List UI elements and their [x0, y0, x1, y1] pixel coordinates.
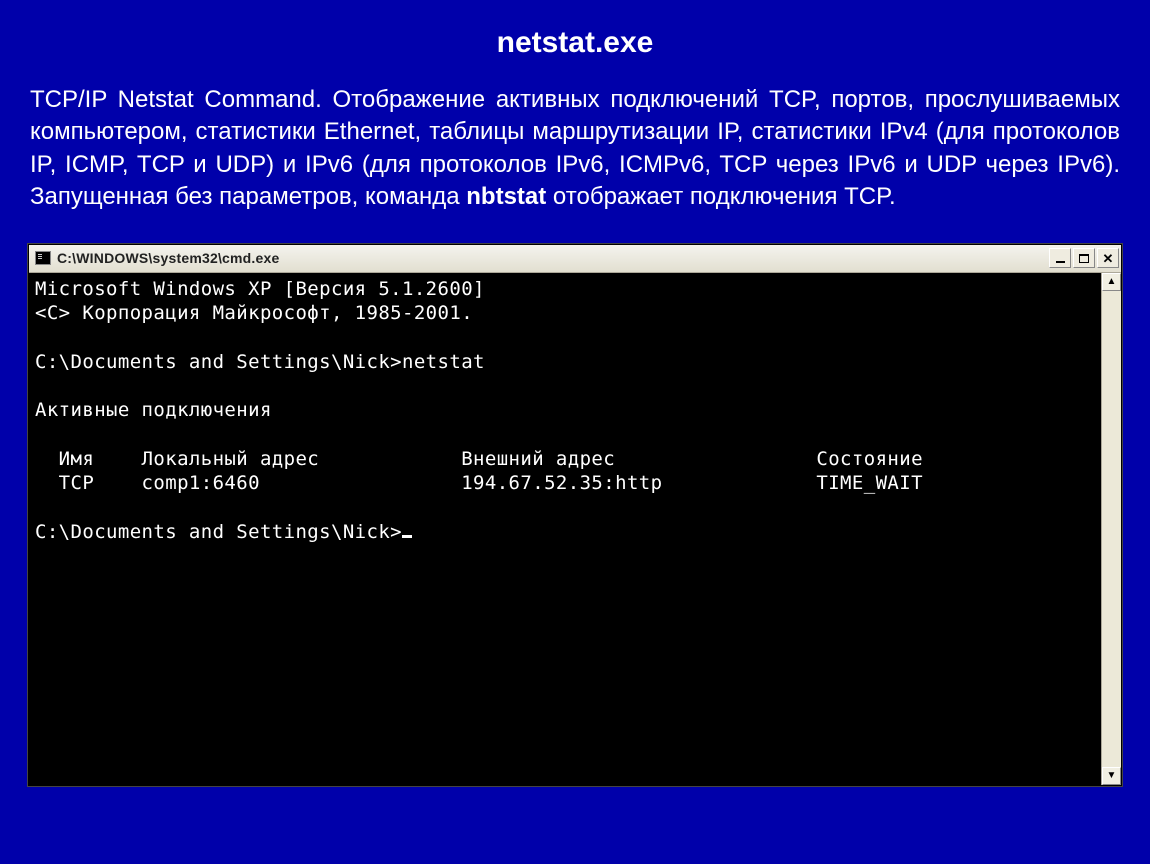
scroll-down-button[interactable]: ▼ — [1102, 767, 1121, 785]
cursor — [402, 522, 412, 538]
description-text: TCP/IP Netstat Command. Отображение акти… — [30, 84, 1120, 214]
cmd-icon — [35, 251, 51, 265]
cmd-window: C:\WINDOWS\system32\cmd.exe ✕ Microsoft … — [28, 244, 1122, 786]
window-caption: C:\WINDOWS\system32\cmd.exe — [57, 250, 1049, 266]
scroll-up-button[interactable]: ▲ — [1102, 273, 1121, 291]
maximize-icon — [1079, 254, 1089, 263]
titlebar[interactable]: C:\WINDOWS\system32\cmd.exe ✕ — [29, 245, 1121, 273]
desc-bold: nbtstat — [466, 183, 546, 210]
client-area: Microsoft Windows XP [Версия 5.1.2600] <… — [29, 273, 1121, 785]
page-title: netstat.exe — [28, 26, 1122, 60]
window-controls: ✕ — [1049, 248, 1119, 268]
close-button[interactable]: ✕ — [1097, 248, 1119, 268]
minimize-icon — [1056, 261, 1065, 263]
maximize-button[interactable] — [1073, 248, 1095, 268]
console-output[interactable]: Microsoft Windows XP [Версия 5.1.2600] <… — [29, 273, 1101, 785]
slide: netstat.exe TCP/IP Netstat Command. Отоб… — [0, 0, 1150, 814]
minimize-button[interactable] — [1049, 248, 1071, 268]
scrollbar[interactable]: ▲ ▼ — [1101, 273, 1121, 785]
desc-part2: отображает подключения TCP. — [546, 183, 895, 210]
close-icon: ✕ — [1103, 252, 1114, 265]
scroll-track[interactable] — [1102, 291, 1121, 767]
